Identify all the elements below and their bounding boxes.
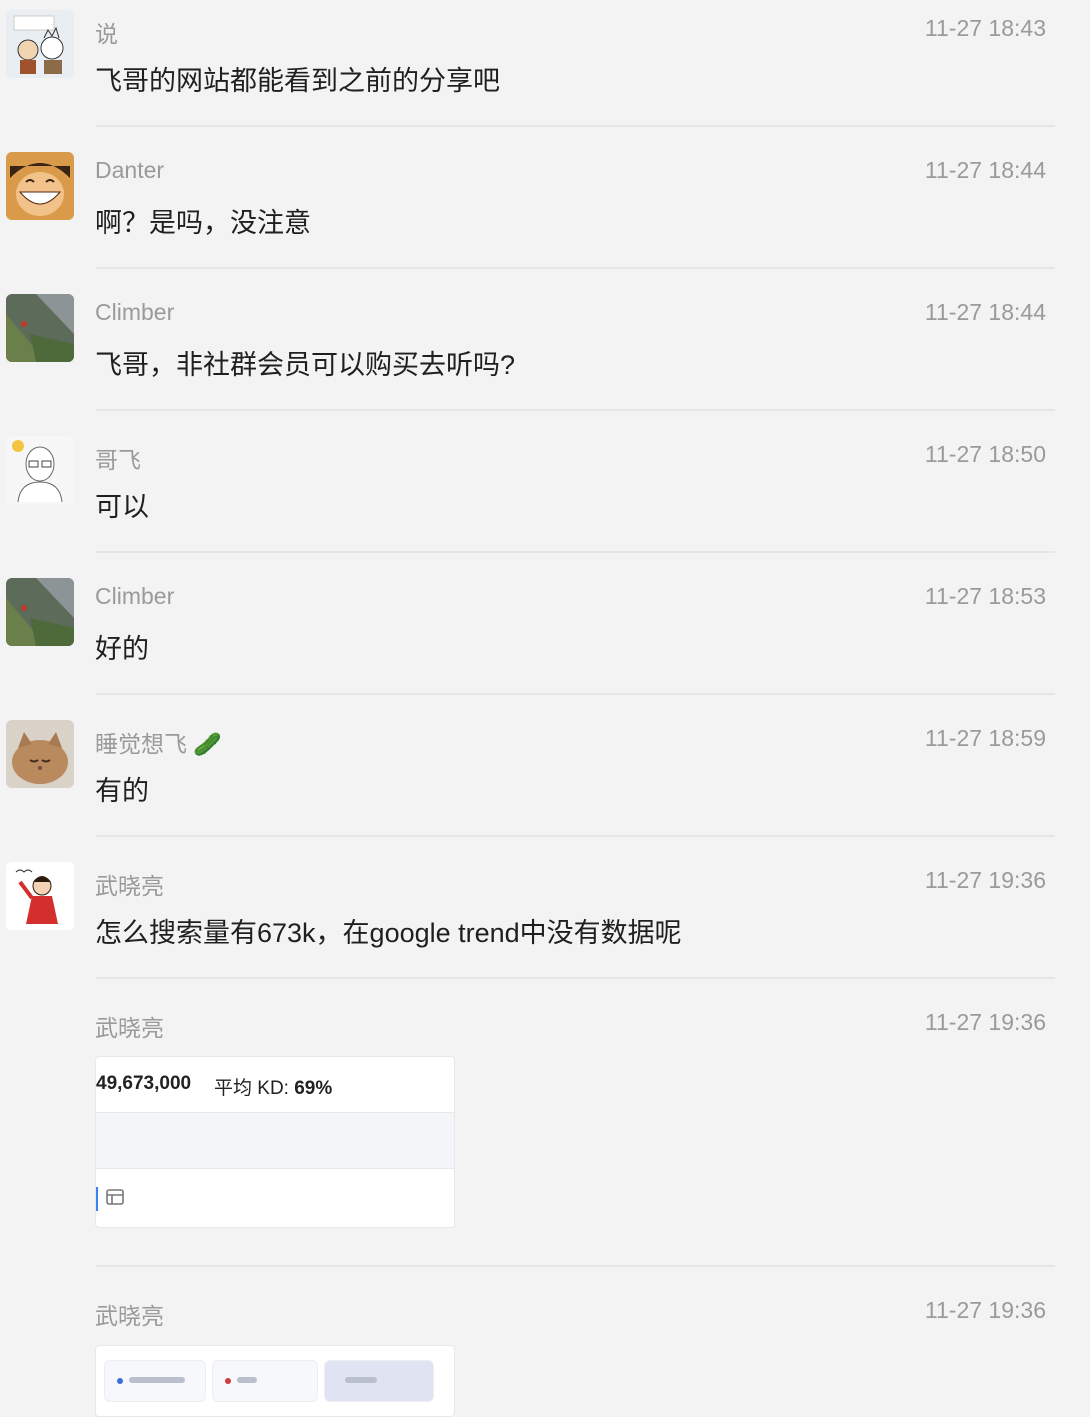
divider xyxy=(96,267,1055,269)
message-time: 11-27 18:50 xyxy=(924,441,1046,467)
message-time: 11-27 19:36 xyxy=(924,867,1046,893)
divider xyxy=(96,977,1055,979)
user-avatar[interactable] xyxy=(6,294,74,362)
sender-name: 睡觉想飞 🥒 xyxy=(95,725,222,759)
kd-summary: 平均 KD: 69% xyxy=(214,1073,332,1100)
cucumber-emoji: 🥒 xyxy=(193,731,223,757)
sender-name: 哥飞 xyxy=(95,447,141,473)
message-text: 可以 xyxy=(95,492,149,522)
blurred-text xyxy=(345,1377,377,1383)
divider xyxy=(96,125,1055,127)
blurred-text xyxy=(129,1377,185,1383)
kd-value: 69% xyxy=(294,1078,333,1099)
user-avatar[interactable] xyxy=(6,862,74,930)
image-attachment[interactable]: 49,673,000 平均 KD: 69% xyxy=(95,1056,455,1228)
cat-avatar-icon xyxy=(6,720,74,788)
user-avatar[interactable] xyxy=(6,152,74,220)
blurred-chip xyxy=(104,1360,206,1402)
message-text: 怎么搜索量有673k，在google trend中没有数据呢 xyxy=(95,918,682,948)
message-text: 飞哥，非社群会员可以购买去听吗? xyxy=(95,350,516,380)
divider xyxy=(96,693,1055,695)
message-time: 11-27 18:44 xyxy=(924,299,1046,325)
user-avatar[interactable] xyxy=(6,10,74,78)
divider xyxy=(96,551,1055,553)
user-avatar[interactable] xyxy=(6,578,74,646)
message-time: 11-27 18:59 xyxy=(924,725,1046,751)
sender-name: 武晓亮 xyxy=(95,1015,164,1041)
divider xyxy=(96,835,1055,837)
blurred-text xyxy=(237,1377,257,1383)
sender-name: Danter xyxy=(95,157,165,183)
red-dot xyxy=(225,1378,231,1384)
message-text: 啊？是吗，没注意 xyxy=(95,208,311,238)
cliff-photo-avatar-icon xyxy=(6,294,74,362)
blurred-chip xyxy=(324,1360,434,1402)
sender-name: 武晓亮 xyxy=(95,1303,164,1329)
divider xyxy=(96,409,1055,411)
user-avatar[interactable] xyxy=(6,720,74,788)
sender-name: Climber xyxy=(95,583,175,609)
calendar-icon xyxy=(106,1189,124,1205)
message-time: 11-27 19:36 xyxy=(924,1297,1046,1323)
blurred-chip xyxy=(212,1360,318,1402)
kd-label: 平均 KD: xyxy=(214,1078,289,1099)
search-volume-value: 49,673,000 xyxy=(96,1073,192,1094)
message-text: 有的 xyxy=(95,776,149,806)
selection-indicator xyxy=(96,1187,98,1211)
image-attachment[interactable] xyxy=(95,1345,455,1417)
message-time: 11-27 18:53 xyxy=(924,583,1046,609)
message-time: 11-27 18:43 xyxy=(924,15,1046,41)
screenshot-header-row: 49,673,000 平均 KD: 69% xyxy=(96,1057,454,1113)
message-text: 飞哥的网站都能看到之前的分享吧 xyxy=(95,66,500,96)
glasses-man-avatar-icon xyxy=(6,436,74,504)
screenshot-blank-row xyxy=(96,1113,454,1169)
cartoon-avatar-icon xyxy=(6,10,74,78)
sender-name: 武晓亮 xyxy=(95,873,164,899)
anime-face-avatar-icon xyxy=(6,152,74,220)
sender-name: 说 xyxy=(95,21,118,47)
message-text: 好的 xyxy=(95,634,149,664)
message-time: 11-27 19:36 xyxy=(924,1009,1046,1035)
sender-name: Climber xyxy=(95,299,175,325)
screenshot-footer-row xyxy=(96,1169,454,1227)
cliff-photo-avatar-icon xyxy=(6,578,74,646)
divider xyxy=(96,1265,1055,1267)
message-time: 11-27 18:44 xyxy=(924,157,1046,183)
sender-name-text: 睡觉想飞 xyxy=(95,731,187,757)
user-avatar[interactable] xyxy=(6,436,74,504)
red-dress-girl-avatar-icon xyxy=(6,862,74,930)
blue-dot xyxy=(117,1378,123,1384)
